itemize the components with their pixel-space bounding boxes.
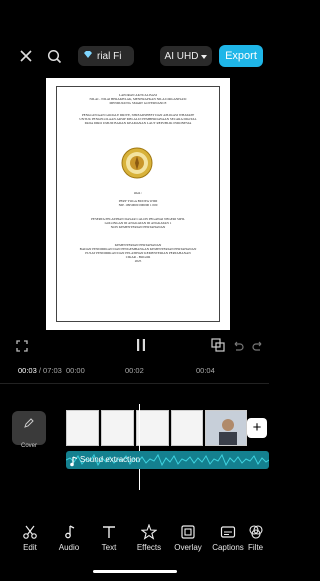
tool-overlay[interactable]: Overlay — [170, 524, 206, 552]
doc-title-3: MENDUKUNG SMART GOVERNANCE — [109, 101, 167, 105]
tool-effects[interactable]: Effects — [131, 524, 167, 552]
edit-pencil-icon — [12, 411, 46, 434]
close-icon[interactable] — [16, 46, 36, 66]
gem-icon — [83, 50, 93, 62]
playhead[interactable] — [139, 404, 140, 490]
quality-selector[interactable]: AI UHD — [160, 46, 212, 66]
cover-button[interactable]: Cover — [12, 411, 46, 449]
tool-label: Captions — [212, 543, 244, 552]
tool-label: Text — [101, 543, 117, 552]
tool-label: Filte — [248, 543, 264, 552]
time-display: 00:03 / 07:03 — [18, 366, 62, 375]
top-toolbar: rial Fi AI UHD Export — [0, 40, 269, 74]
filters-icon — [248, 524, 264, 540]
cover-label: Cover — [20, 443, 37, 449]
music-note-icon — [51, 524, 87, 540]
undo-icon[interactable] — [232, 339, 244, 357]
tool-audio[interactable]: Audio — [51, 524, 87, 552]
caret-down-icon — [201, 51, 208, 62]
sparkle-star-icon — [131, 524, 167, 540]
clip-thumbnail — [171, 410, 203, 446]
redo-icon[interactable] — [252, 339, 264, 357]
overlay-icon — [170, 524, 206, 540]
tool-label: Audio — [58, 543, 80, 552]
clip-thumbnail — [66, 410, 99, 446]
quality-label: AI UHD — [164, 50, 199, 62]
ruler-divider — [0, 383, 269, 384]
ruler-tick-2: 00:04 — [196, 366, 215, 375]
search-icon[interactable] — [44, 46, 64, 66]
emblem-logo — [121, 147, 153, 179]
clip-thumbnail — [136, 410, 169, 446]
tool-captions[interactable]: Captions — [210, 524, 246, 552]
current-time: 00:03 — [18, 366, 37, 375]
fullscreen-icon[interactable] — [16, 339, 28, 357]
scissors-icon — [12, 524, 48, 540]
tool-edit[interactable]: Edit — [12, 524, 48, 552]
ruler-tick-1: 00:02 — [125, 366, 144, 375]
clip-thumbnail-person — [205, 410, 247, 446]
pause-icon[interactable] — [135, 338, 147, 357]
doc-footer-5: 2025 — [134, 259, 142, 263]
document-page: LAPORAN AKTUALISASI NILAI - NILAI BERAKH… — [56, 86, 220, 322]
video-track[interactable] — [66, 410, 269, 446]
tool-text[interactable]: Text — [91, 524, 127, 552]
audio-label: Sound extraction — [80, 455, 141, 464]
audio-track[interactable]: Sound extraction — [66, 451, 269, 469]
video-preview[interactable]: LAPORAN AKTUALISASI NILAI - NILAI BERAKH… — [46, 78, 230, 330]
doc-author-nip: NIP. 19950000 000000 1 000 — [118, 203, 158, 207]
home-indicator — [93, 570, 177, 573]
audio-note-icon — [70, 454, 78, 469]
add-clip-button[interactable]: + — [247, 418, 267, 438]
export-button[interactable]: Export — [219, 45, 263, 67]
template-chip[interactable]: rial Fi — [78, 46, 134, 66]
text-t-icon — [91, 524, 127, 540]
clip-thumbnail — [101, 410, 134, 446]
total-time: 07:03 — [43, 366, 62, 375]
tool-label: Overlay — [174, 543, 202, 552]
tool-label: Effects — [136, 543, 162, 552]
template-chip-label: rial Fi — [97, 50, 122, 62]
tool-filters[interactable]: Filte — [248, 524, 269, 552]
doc-subtitle-3: PADA DIRO UMUM BADAN KEAMANAN LAUT REPUB… — [84, 121, 192, 125]
doc-by-label: Oleh : — [133, 191, 143, 195]
tool-label: Edit — [23, 543, 37, 552]
keyframe-toggle-icon[interactable] — [211, 338, 225, 357]
ruler-tick-0: 00:00 — [66, 366, 85, 375]
doc-program-3: NON KEMENTERIAN PERTAHANAN — [110, 225, 166, 229]
captions-icon — [210, 524, 246, 540]
